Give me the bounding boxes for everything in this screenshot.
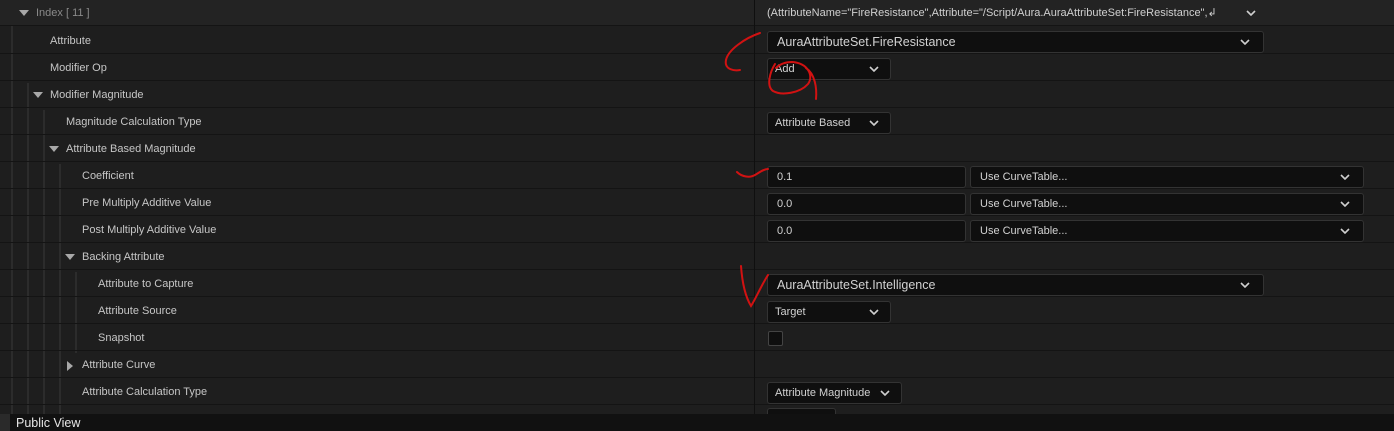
public-view-label[interactable]: Public View xyxy=(16,415,80,431)
details-panel: Index [ 11 ] (AttributeName="FireResista… xyxy=(0,0,1394,414)
pre-multiply-curve-dropdown[interactable]: Use CurveTable... xyxy=(970,193,1364,215)
attribute-source-dropdown[interactable]: Target xyxy=(767,301,891,323)
attribute-calc-type-dropdown[interactable]: Attribute Magnitude xyxy=(767,382,902,404)
property-label: Attribute to Capture xyxy=(98,278,194,290)
property-label: Modifier Magnitude xyxy=(50,89,144,101)
property-label: Backing Attribute xyxy=(82,251,165,263)
pre-multiply-input[interactable]: 0.0 xyxy=(767,193,966,215)
property-row-attribute-to-capture: Attribute to Capture AuraAttributeSet.In… xyxy=(0,271,1394,297)
property-row-attribute-curve[interactable]: Attribute Curve xyxy=(0,352,1394,378)
property-row-attribute: Attribute AuraAttributeSet.FireResistanc… xyxy=(0,28,1394,54)
attribute-value: AuraAttributeSet.FireResistance xyxy=(777,35,956,49)
curve-table-value: Use CurveTable... xyxy=(980,225,1068,237)
collapse-arrow-icon[interactable] xyxy=(33,92,43,98)
snapshot-checkbox[interactable] xyxy=(768,331,783,346)
chevron-down-icon xyxy=(1240,282,1250,288)
property-label: Magnitude Calculation Type xyxy=(66,116,202,128)
property-row-modifier-magnitude[interactable]: Modifier Magnitude xyxy=(0,82,1394,108)
collapse-arrow-icon[interactable] xyxy=(49,146,59,152)
attribute-source-value: Target xyxy=(775,306,806,318)
post-multiply-input[interactable]: 0.0 xyxy=(767,220,966,242)
magnitude-calc-type-value: Attribute Based xyxy=(775,117,851,129)
modifier-op-value: Add xyxy=(775,63,795,75)
element-summary: (AttributeName="FireResistance",Attribut… xyxy=(767,7,1217,19)
collapse-arrow-icon[interactable] xyxy=(19,10,29,16)
property-row-modifier-op: Modifier Op Add xyxy=(0,55,1394,81)
chevron-down-icon xyxy=(1340,228,1350,234)
modifier-op-dropdown[interactable]: Add xyxy=(767,58,891,80)
attribute-dropdown[interactable]: AuraAttributeSet.FireResistance xyxy=(767,31,1264,53)
attribute-calc-type-value: Attribute Magnitude xyxy=(775,387,871,399)
property-row-coefficient: Coefficient 0.1 Use CurveTable... xyxy=(0,163,1394,189)
coefficient-curve-dropdown[interactable]: Use CurveTable... xyxy=(970,166,1364,188)
column-splitter[interactable] xyxy=(754,0,755,414)
post-multiply-curve-dropdown[interactable]: Use CurveTable... xyxy=(970,220,1364,242)
chevron-down-icon xyxy=(880,390,890,396)
magnitude-calc-type-dropdown[interactable]: Attribute Based xyxy=(767,112,891,134)
property-label: Attribute Calculation Type xyxy=(82,386,208,398)
collapse-arrow-icon[interactable] xyxy=(65,254,75,260)
property-row-attribute-source: Attribute Source Target xyxy=(0,298,1394,324)
property-label: Post Multiply Additive Value xyxy=(82,224,217,236)
chevron-down-icon xyxy=(1340,174,1350,180)
property-label: Attribute Based Magnitude xyxy=(66,143,196,155)
chevron-down-icon xyxy=(869,309,879,315)
array-index-label: Index [ 11 ] xyxy=(36,7,90,19)
attribute-to-capture-value: AuraAttributeSet.Intelligence xyxy=(777,278,936,292)
property-row-attribute-calc-type: Attribute Calculation Type Attribute Mag… xyxy=(0,379,1394,405)
property-row-attribute-based-magnitude[interactable]: Attribute Based Magnitude xyxy=(0,136,1394,162)
chevron-down-icon xyxy=(1240,39,1250,45)
chevron-down-icon[interactable] xyxy=(1246,10,1256,16)
array-element-header[interactable]: Index [ 11 ] (AttributeName="FireResista… xyxy=(0,0,1394,26)
property-label: Attribute xyxy=(50,35,91,47)
property-label: Coefficient xyxy=(82,170,134,182)
property-label: Snapshot xyxy=(98,332,145,344)
chevron-down-icon xyxy=(869,66,879,72)
curve-table-value: Use CurveTable... xyxy=(980,171,1068,183)
attribute-to-capture-dropdown[interactable]: AuraAttributeSet.Intelligence xyxy=(767,274,1264,296)
property-label: Modifier Op xyxy=(50,62,107,74)
property-label: Attribute Curve xyxy=(82,359,156,371)
property-row-pre-multiply: Pre Multiply Additive Value 0.0 Use Curv… xyxy=(0,190,1394,216)
property-row-magnitude-calc-type: Magnitude Calculation Type Attribute Bas… xyxy=(0,109,1394,135)
property-label: Attribute Source xyxy=(98,305,177,317)
bottom-bar-handle xyxy=(0,414,10,431)
bottom-bar: Public View xyxy=(0,414,1394,431)
chevron-down-icon xyxy=(1340,201,1350,207)
coefficient-input[interactable]: 0.1 xyxy=(767,166,966,188)
expand-arrow-icon[interactable] xyxy=(67,361,73,371)
property-row-post-multiply: Post Multiply Additive Value 0.0 Use Cur… xyxy=(0,217,1394,243)
property-row-backing-attribute[interactable]: Backing Attribute xyxy=(0,244,1394,270)
chevron-down-icon xyxy=(869,120,879,126)
property-row-snapshot: Snapshot xyxy=(0,325,1394,351)
curve-table-value: Use CurveTable... xyxy=(980,198,1068,210)
property-label: Pre Multiply Additive Value xyxy=(82,197,212,209)
